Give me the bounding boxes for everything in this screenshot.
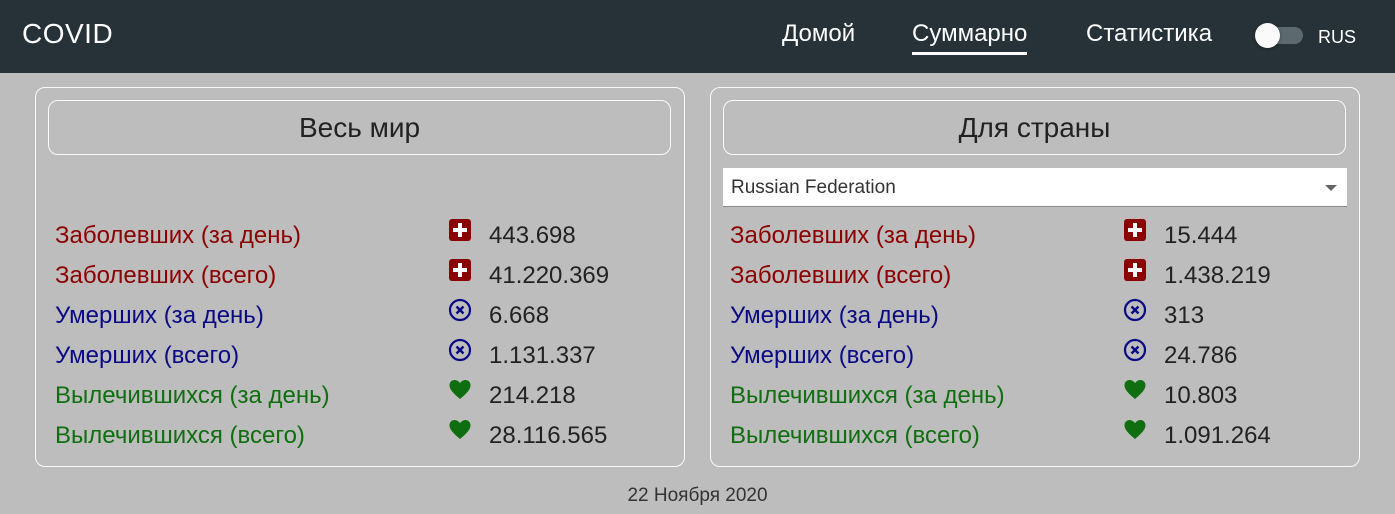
stat-value: 15.444: [1164, 222, 1238, 249]
stat-label: Заболевших (всего): [730, 262, 952, 289]
world-stats: Заболевших (за день) 443.698 Заболевших …: [36, 88, 684, 466]
country-row-cases-total: Заболевших (всего) 1.438.219: [711, 258, 1359, 298]
stat-label: Вылечившихся (всего): [730, 422, 980, 449]
nav-home[interactable]: Домой: [782, 20, 855, 48]
circle-x-icon: [1123, 298, 1147, 322]
stat-value: 41.220.369: [489, 262, 610, 289]
nav-statistics[interactable]: Статистика: [1086, 20, 1212, 48]
heart-icon: [449, 380, 471, 399]
stat-label: Вылечившихся (за день): [730, 382, 1005, 409]
world-row-deaths-total: Умерших (всего) 1.131.337: [36, 338, 684, 378]
stat-label: Заболевших (за день): [730, 222, 976, 249]
circle-x-icon: [1123, 338, 1147, 362]
country-row-deaths-total: Умерших (всего) 24.786: [711, 338, 1359, 378]
stat-label: Заболевших (всего): [55, 262, 277, 289]
heart-icon: [449, 420, 471, 439]
world-panel: Весь мир Заболевших (за день) 443.698 За…: [35, 87, 685, 467]
world-row-recovered-day: Вылечившихся (за день) 214.218: [36, 378, 684, 418]
stat-value: 443.698: [489, 222, 576, 249]
medical-cross-icon: [1124, 259, 1146, 281]
medical-cross-icon: [449, 259, 471, 281]
world-row-cases-day: Заболевших (за день) 443.698: [36, 218, 684, 258]
stat-label: Вылечившихся (за день): [55, 382, 330, 409]
world-row-recovered-total: Вылечившихся (всего) 28.116.565: [36, 418, 684, 458]
stat-value: 24.786: [1164, 342, 1238, 369]
nav-summary[interactable]: Суммарно: [912, 20, 1028, 55]
stat-label: Умерших (за день): [730, 302, 939, 329]
world-row-deaths-day: Умерших (за день) 6.668: [36, 298, 684, 338]
stat-label: Умерших (всего): [730, 342, 915, 369]
language-toggle[interactable]: [1255, 23, 1303, 48]
country-stats: Заболевших (за день) 15.444 Заболевших (…: [711, 88, 1359, 466]
top-app-bar: COVID Домой Суммарно Статистика RUS: [0, 0, 1395, 73]
country-row-recovered-total: Вылечившихся (всего) 1.091.264: [711, 418, 1359, 458]
language-label: RUS: [1318, 27, 1357, 47]
medical-cross-icon: [1124, 219, 1146, 241]
world-row-cases-total: Заболевших (всего) 41.220.369: [36, 258, 684, 298]
heart-icon: [1124, 420, 1146, 439]
stat-value: 1.091.264: [1164, 422, 1271, 449]
stat-value: 28.116.565: [489, 422, 608, 449]
stat-value: 10.803: [1164, 382, 1238, 409]
circle-x-icon: [448, 338, 472, 362]
heart-icon: [1124, 380, 1146, 399]
app-brand[interactable]: COVID: [22, 18, 113, 50]
stat-value: 1.438.219: [1164, 262, 1271, 289]
stat-label: Заболевших (за день): [55, 222, 301, 249]
medical-cross-icon: [449, 219, 471, 241]
toggle-knob[interactable]: [1255, 23, 1280, 48]
country-row-recovered-day: Вылечившихся (за день) 10.803: [711, 378, 1359, 418]
stat-label: Умерших (всего): [55, 342, 240, 369]
stat-value: 313: [1164, 302, 1205, 329]
stat-value: 1.131.337: [489, 342, 596, 369]
stat-value: 6.668: [489, 302, 550, 329]
stat-label: Вылечившихся (всего): [55, 422, 305, 449]
country-row-cases-day: Заболевших (за день) 15.444: [711, 218, 1359, 258]
report-date: 22 Ноября 2020: [627, 485, 768, 506]
circle-x-icon: [448, 298, 472, 322]
country-panel: Для страны Russian Federation Заболевших…: [710, 87, 1360, 467]
country-row-deaths-day: Умерших (за день) 313: [711, 298, 1359, 338]
stat-value: 214.218: [489, 382, 576, 409]
stat-label: Умерших (за день): [55, 302, 264, 329]
